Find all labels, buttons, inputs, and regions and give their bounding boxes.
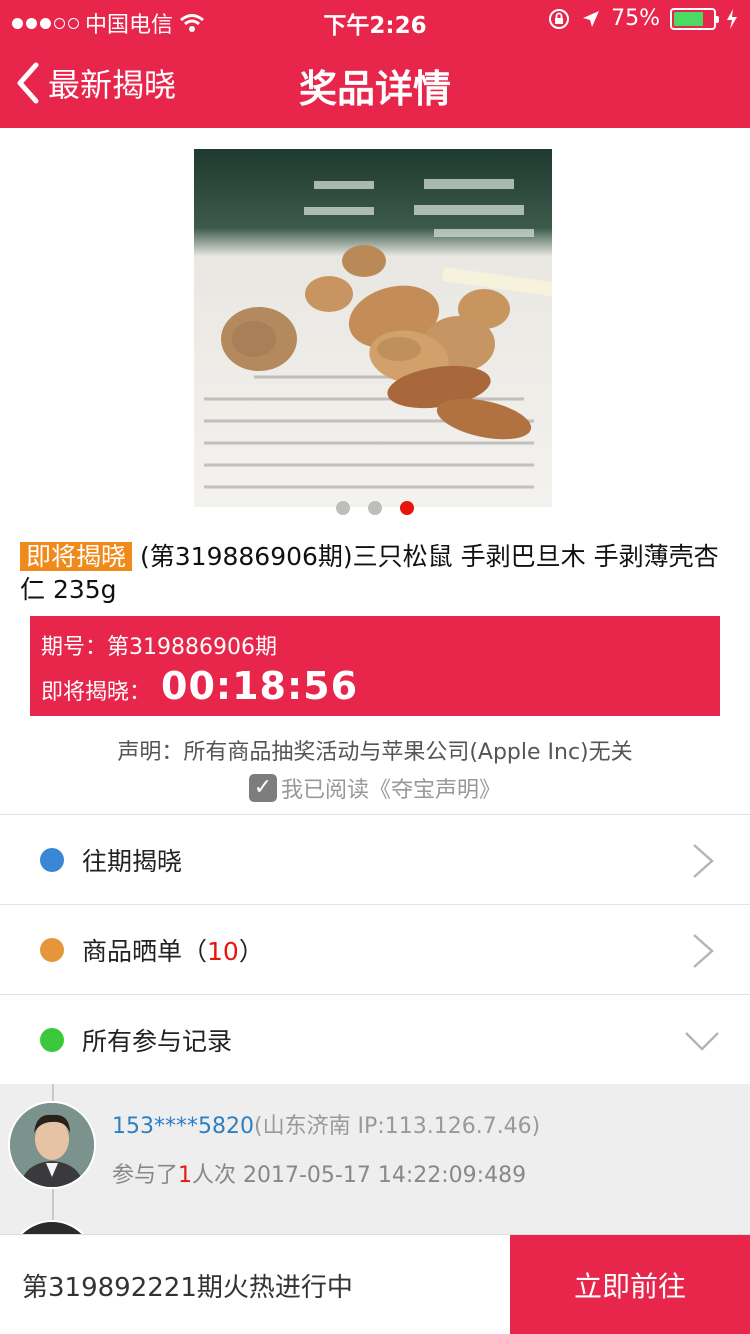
countdown-timer: 00:18:56 [161, 664, 359, 708]
top-bar: 中国电信 下午2:26 75% 最新揭晓 奖品详情 [0, 0, 750, 128]
record-user-id[interactable]: 153****5820 [112, 1114, 254, 1139]
menu-all-records-label: 所有参与记录 [82, 1027, 233, 1056]
navigation-bar: 最新揭晓 奖品详情 [0, 40, 750, 128]
product-title-block: 即将揭晓 (第319886906期)三只松鼠 手剥巴旦木 手剥薄壳杏仁 235g [20, 540, 720, 606]
bottom-bar: 第319892221期火热进行中 立即前往 [0, 1234, 750, 1334]
location-arrow-icon [583, 10, 600, 27]
status-tag: 即将揭晓 [20, 542, 133, 571]
product-image[interactable] [194, 149, 552, 507]
record-info-suffix: 人次 2017-05-17 14:22:09:489 [192, 1163, 527, 1188]
menu-past-results-label: 往期揭晓 [82, 846, 183, 876]
blue-dot-icon [40, 847, 64, 872]
battery-fill [674, 11, 703, 26]
disclaimer-text: 声明：所有商品抽奖活动与苹果公司(Apple Inc)无关 [117, 740, 633, 765]
chevron-right-icon [693, 934, 714, 968]
share-count: 10 [207, 936, 239, 966]
record-info-prefix: 参与了 [112, 1163, 179, 1188]
orange-dot-icon [40, 937, 64, 962]
chevron-down-icon [685, 1032, 719, 1051]
battery-icon [670, 7, 719, 30]
share-label-suffix: ） [238, 936, 264, 966]
agreement-checkbox[interactable]: ✓ [248, 774, 277, 802]
menu-product-share[interactable]: 商品晒单（10） [0, 905, 750, 995]
carousel-dot-2[interactable] [368, 501, 382, 515]
countdown-label: 即将揭晓： [41, 680, 152, 705]
record-info: 参与了1人次 2017-05-17 14:22:09:489 [112, 1157, 526, 1189]
back-label: 最新揭晓 [48, 66, 177, 104]
issue-value: 第319886906期 [107, 635, 277, 660]
record-times: 1 [178, 1163, 193, 1188]
user-avatar-photo [10, 1103, 94, 1187]
menu-product-share-label: 商品晒单（10） [82, 932, 264, 968]
go-now-button[interactable]: 立即前往 [510, 1235, 750, 1334]
share-label-text: 商品晒单（ [82, 936, 208, 966]
record-user: 153****5820(山东济南 IP:113.126.7.46) [112, 1108, 540, 1140]
record-item[interactable]: 153****5820(山东济南 IP:113.126.7.46) 参与了1人次… [0, 1084, 750, 1214]
menu-all-records[interactable]: 所有参与记录 [0, 995, 750, 1085]
status-bar: 中国电信 下午2:26 75% [0, 0, 750, 40]
green-dot-icon [40, 1028, 64, 1052]
issue-line: 期号：第319886906期 [41, 629, 277, 661]
chevron-left-icon [17, 62, 39, 104]
menu-past-results[interactable]: 往期揭晓 [0, 815, 750, 905]
record-location: (山东济南 IP:113.126.7.46) [253, 1114, 541, 1139]
rotation-lock-icon [549, 8, 570, 29]
agreement-text[interactable]: 我已阅读《夺宝声明》 [281, 772, 501, 804]
agreement-row[interactable]: ✓ 我已阅读《夺宝声明》 [0, 772, 750, 804]
almonds-photo [194, 149, 552, 507]
carousel-indicator[interactable] [0, 501, 750, 515]
carousel-dot-1[interactable] [336, 501, 350, 515]
detail-menu: 往期揭晓 商品晒单（10） 所有参与记录 [0, 814, 750, 1085]
participation-records[interactable]: 153****5820(山东济南 IP:113.126.7.46) 参与了1人次… [0, 1084, 750, 1236]
avatar[interactable] [8, 1101, 96, 1189]
countdown-panel: 期号：第319886906期 即将揭晓： 00:18:56 [30, 616, 720, 716]
chevron-right-icon [693, 844, 714, 878]
battery-percent: 75% [611, 6, 660, 31]
back-button[interactable]: 最新揭晓 [14, 60, 176, 106]
status-bar-right: 75% [547, 6, 738, 31]
carousel-dot-3-active[interactable] [400, 501, 414, 515]
next-issue-text: 第319892221期火热进行中 [22, 1273, 353, 1303]
charging-bolt-icon [727, 8, 737, 29]
issue-label: 期号： [41, 635, 108, 660]
countdown-line: 即将揭晓： 00:18:56 [41, 664, 358, 708]
